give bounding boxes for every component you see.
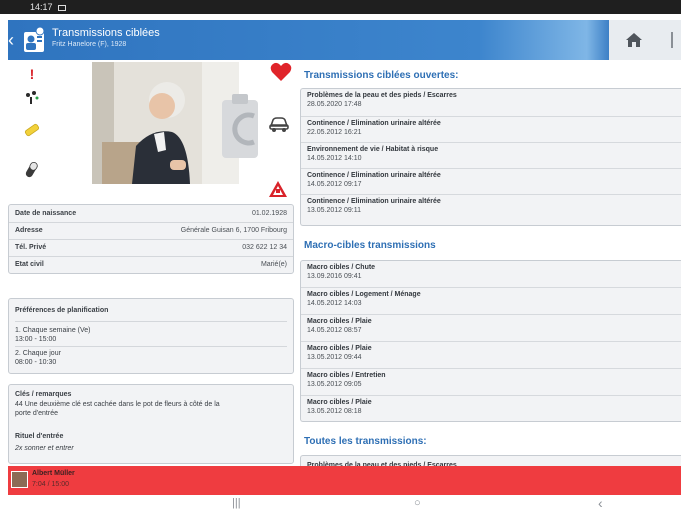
back-icon[interactable]: ‹ [8,30,20,50]
keys-remarks-card[interactable]: Clés / remarques 44 Une deuxième clé est… [8,384,294,464]
item-title: Macro cibles / Logement / Ménage [307,291,421,298]
civil-status-label: Etat civil [15,261,44,268]
item-date: 14.05.2012 09:17 [307,181,362,188]
birthdate-value: 01.02.1928 [251,210,287,217]
image-notification-icon [58,5,67,11]
recent-apps-icon[interactable]: ||| [232,497,241,509]
ritual-title: Rituel d'entrée [15,433,64,440]
status-bar: 14:17 [0,0,681,14]
item-date: 13.05.2012 09:11 [307,207,361,214]
ritual-text: 2x sonner et entrer [15,445,74,452]
macro-title: Macro-cibles transmissions [304,240,436,251]
item-title: Macro cibles / Plaie [307,318,372,325]
keys-text-line2: porte d'entrée [15,410,58,417]
list-item[interactable]: Environnement de vie / Habitat à risque … [301,143,681,169]
list-item[interactable]: Macro cibles / Entretien 13.05.2012 09:0… [301,369,681,396]
fork-icon[interactable] [22,88,42,108]
list-item[interactable]: Continence / Elimination urinaire altéré… [301,117,681,143]
home-icon[interactable] [625,31,643,49]
civil-status-value: Marié(e) [260,261,287,268]
keys-title: Clés / remarques [15,391,72,398]
planning-entry-1-time: 13:00 - 15:00 [15,336,57,343]
address-row[interactable]: Adresse Générale Guisan 6, 1700 Fribourg [9,222,293,240]
back-nav-icon[interactable]: ‹ [598,495,603,511]
caregiver-name: Albert Müller [32,470,75,477]
home-nav-icon[interactable]: ○ [414,497,421,509]
address-label: Adresse [15,227,43,234]
item-title: Continence / Elimination urinaire altéré… [307,198,441,205]
system-nav-bar: ||| ○ ‹ [0,495,681,513]
avatar [11,471,28,488]
pencil-icon[interactable] [22,120,42,140]
phone-row[interactable]: Tél. Privé 032 622 12 34 [9,239,293,257]
patient-photo-image [92,62,239,184]
list-item[interactable]: Macro cibles / Plaie 13.05.2012 08:18 [301,396,681,422]
civil-status-row: Etat civil Marié(e) [9,256,293,274]
list-item[interactable]: Problèmes de la peau et des pieds / Esca… [301,89,681,117]
item-date: 14.05.2012 14:10 [307,155,362,162]
patient-photo [92,62,239,184]
page-title: Transmissions ciblées [52,27,160,39]
item-date: 13.09.2016 09:41 [307,273,362,280]
item-title: Macro cibles / Plaie [307,399,372,406]
item-date: 13.05.2012 08:18 [307,408,362,415]
phone-value: 032 622 12 34 [242,244,287,251]
warning-icon[interactable] [268,180,288,198]
visit-time: 7:04 / 15:00 [32,481,69,488]
planning-preferences-card[interactable]: Préférences de planification 1. Chaque s… [8,298,294,374]
list-item[interactable]: Macro cibles / Plaie 14.05.2012 08:57 [301,315,681,342]
status-time: 14:17 [30,2,53,12]
item-date: 28.05.2020 17:48 [307,101,362,108]
planning-entry-1-days: 1. Chaque semaine (Ve) [15,327,91,334]
app-header: ‹ Transmissions ciblées Fritz Hanelore (… [8,20,681,60]
planning-entry-2-time: 08:00 - 10:30 [15,359,57,366]
macro-list: Macro cibles / Chute 13.09.2016 09:41 Ma… [300,260,681,422]
item-title: Environnement de vie / Habitat à risque [307,146,439,153]
birthdate-label: Date de naissance [15,210,77,217]
item-date: 14.05.2012 14:03 [307,300,362,307]
item-date: 13.05.2012 09:44 [307,354,362,361]
car-icon[interactable] [268,115,290,133]
list-item[interactable]: Continence / Elimination urinaire altéré… [301,169,681,195]
item-date: 14.05.2012 08:57 [307,327,362,334]
patient-subtitle: Fritz Hanelore (F), 1928 [52,41,127,48]
item-title: Macro cibles / Chute [307,264,376,271]
keys-text-line1: 44 Une deuxième clé est cachée dans le p… [15,401,220,408]
planning-entry-2-days: 2. Chaque jour [15,350,61,357]
item-title: Continence / Elimination urinaire altéré… [307,120,441,127]
camera-icon[interactable] [220,92,265,160]
app-screen: 14:17 ‹ Transmissions ciblées Fritz Hane… [0,0,681,513]
item-title: Macro cibles / Entretien [307,372,386,379]
patient-info-card: Date de naissance 01.02.1928 Adresse Gén… [8,204,294,274]
header-actions [609,20,681,60]
phone-label: Tél. Privé [15,244,47,251]
item-title: Continence / Elimination urinaire altéré… [307,172,441,179]
item-date: 22.05.2012 16:21 [307,129,362,136]
list-item[interactable]: Macro cibles / Chute 13.09.2016 09:41 [301,261,681,288]
all-transmissions-title: Toutes les transmissions: [304,436,427,447]
heart-icon[interactable] [270,62,292,82]
active-visit-bar[interactable]: Albert Müller 7:04 / 15:00 [8,466,681,495]
open-transmissions-title: Transmissions ciblées ouvertes: [304,70,459,81]
item-date: 13.05.2012 09:05 [307,381,362,388]
document-icon[interactable] [671,32,681,48]
address-value: Générale Guisan 6, 1700 Fribourg [180,227,287,234]
pill-icon[interactable] [22,160,42,180]
birthdate-row: Date de naissance 01.02.1928 [9,205,293,223]
list-item[interactable]: Macro cibles / Logement / Ménage 14.05.2… [301,288,681,315]
planning-title: Préférences de planification [15,307,109,314]
exclamation-icon[interactable]: ! [22,66,42,86]
open-transmissions-list: Problèmes de la peau et des pieds / Esca… [300,88,681,226]
patient-record-icon [24,26,45,52]
list-item[interactable]: Macro cibles / Plaie 13.05.2012 09:44 [301,342,681,369]
list-item[interactable]: Continence / Elimination urinaire altéré… [301,195,681,225]
item-title: Problèmes de la peau et des pieds / Esca… [307,92,457,99]
item-title: Macro cibles / Plaie [307,345,372,352]
